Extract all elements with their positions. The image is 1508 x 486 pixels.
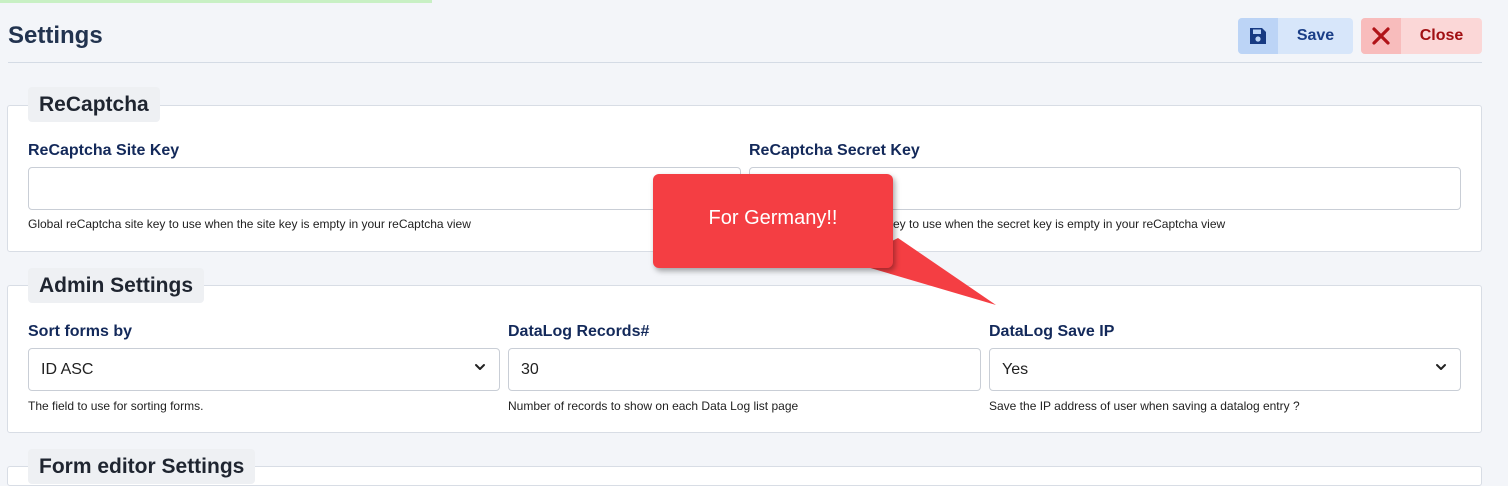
form-editor-legend: Form editor Settings	[28, 449, 256, 484]
annotation-callout: For Germany!!	[653, 174, 893, 268]
datalog-records-input[interactable]	[508, 348, 981, 391]
recaptcha-site-key-label: ReCaptcha Site Key	[28, 142, 180, 159]
recaptcha-secret-key-help: key to use when the secret key is empty …	[887, 217, 1226, 231]
close-button-label: Close	[1419, 27, 1464, 44]
datalog-save-ip-label: DataLog Save IP	[989, 323, 1115, 340]
chevron-down-icon	[473, 360, 487, 379]
annotation-text: For Germany!!	[708, 207, 838, 229]
datalog-records-help: Number of records to show on each Data L…	[508, 399, 799, 413]
x-mark-icon	[1361, 18, 1401, 54]
floppy-disk-icon	[1238, 18, 1278, 54]
close-button[interactable]: Close	[1361, 18, 1482, 54]
datalog-records-label: DataLog Records#	[508, 323, 650, 340]
sort-forms-select[interactable]: ID ASC	[28, 348, 500, 391]
sort-forms-value: ID ASC	[41, 360, 94, 378]
sort-forms-help: The field to use for sorting forms.	[28, 399, 204, 413]
top-progress-bar	[0, 0, 432, 3]
sort-forms-label: Sort forms by	[28, 323, 133, 340]
recaptcha-legend: ReCaptcha	[28, 87, 160, 122]
datalog-save-ip-value: Yes	[1002, 360, 1029, 378]
recaptcha-secret-key-label: ReCaptcha Secret Key	[749, 142, 920, 159]
page-title: Settings	[8, 22, 103, 49]
datalog-save-ip-select[interactable]: Yes	[989, 348, 1461, 391]
chevron-down-icon	[1434, 360, 1448, 379]
recaptcha-site-key-input[interactable]	[28, 167, 741, 210]
save-button-label: Save	[1296, 27, 1335, 44]
save-button[interactable]: Save	[1238, 18, 1353, 54]
recaptcha-site-key-help: Global reCaptcha site key to use when th…	[28, 217, 471, 231]
title-divider	[8, 62, 1482, 63]
admin-settings-legend: Admin Settings	[28, 268, 205, 303]
datalog-save-ip-help: Save the IP address of user when saving …	[989, 399, 1300, 413]
